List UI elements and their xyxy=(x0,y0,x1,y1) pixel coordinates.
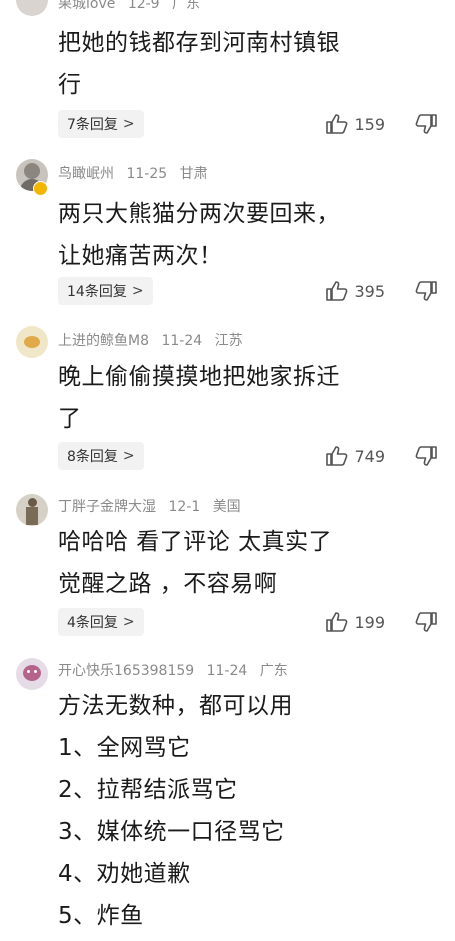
thumbs-up-icon xyxy=(326,281,348,301)
like-button[interactable]: 199 xyxy=(326,612,385,632)
comment-meta: 丁胖子金牌大湿 12-1 美国 xyxy=(58,496,249,516)
username[interactable]: 上进的鲸鱼M8 xyxy=(58,333,149,349)
comment-text: 方法无数种，都可以用 1、全网骂它 2、拉帮结派骂它 3、媒体统一口径骂它 4、… xyxy=(58,685,438,937)
comment-date: 11-25 xyxy=(126,166,168,182)
like-count: 749 xyxy=(354,446,385,466)
chevron-right-icon: > xyxy=(122,448,135,464)
thumbs-down-icon xyxy=(415,114,437,134)
replies-count: 14条回复 xyxy=(67,284,127,300)
comment-date: 12-1 xyxy=(168,499,201,515)
avatar[interactable] xyxy=(16,326,48,358)
comment-line: 1、全网骂它 xyxy=(58,735,191,761)
dislike-button[interactable] xyxy=(415,114,437,138)
like-count: 395 xyxy=(354,281,385,301)
view-replies-button[interactable]: 7条回复 > xyxy=(58,110,144,138)
thumbs-down-icon xyxy=(415,612,437,632)
comment-line: 4、劝她道歉 xyxy=(58,861,191,887)
replies-count: 4条回复 xyxy=(67,615,118,631)
comment-line: 行 xyxy=(58,72,82,98)
comment-location: 美国 xyxy=(212,499,241,515)
like-count: 199 xyxy=(354,612,385,632)
verified-badge-icon xyxy=(33,181,48,196)
chevron-right-icon: > xyxy=(122,614,135,630)
thumbs-up-icon xyxy=(326,446,348,466)
like-count: 159 xyxy=(354,114,385,134)
comment-location: 江苏 xyxy=(214,333,243,349)
chevron-right-icon: > xyxy=(131,283,144,299)
avatar[interactable] xyxy=(16,494,48,526)
comment-date: 11-24 xyxy=(206,663,248,679)
comment-location: 甘肃 xyxy=(179,166,208,182)
comment-meta: 鸟瞰岷州 11-25 甘肃 xyxy=(58,163,216,183)
comment-line: 了 xyxy=(58,406,82,432)
view-replies-button[interactable]: 14条回复 > xyxy=(58,277,153,305)
comment-line: 3、媒体统一口径骂它 xyxy=(58,819,285,845)
thumbs-down-icon xyxy=(415,281,437,301)
username[interactable]: 开心快乐165398159 xyxy=(58,663,194,679)
chevron-right-icon: > xyxy=(122,116,135,132)
username[interactable]: 鸟瞰岷州 xyxy=(58,166,114,182)
comment-meta: 果城love 12-9 广东 xyxy=(58,0,208,13)
comment-line: 觉醒之路 ，不容易啊 xyxy=(58,571,278,597)
comment-line: 晚上偷偷摸摸地把她家拆迁 xyxy=(58,364,340,390)
view-replies-button[interactable]: 4条回复 > xyxy=(58,608,144,636)
comment-line: 哈哈哈 看了评论 太真实了 xyxy=(58,529,333,555)
avatar[interactable] xyxy=(16,658,48,690)
comment-line: 2、拉帮结派骂它 xyxy=(58,777,238,803)
username[interactable]: 丁胖子金牌大湿 xyxy=(58,499,156,515)
comment-line: 5、炸鱼 xyxy=(58,903,144,929)
dislike-button[interactable] xyxy=(415,612,437,636)
avatar[interactable] xyxy=(16,0,48,16)
replies-count: 8条回复 xyxy=(67,449,118,465)
comment-line: 方法无数种，都可以用 xyxy=(58,693,293,719)
like-button[interactable]: 159 xyxy=(326,114,385,134)
thumbs-down-icon xyxy=(415,446,437,466)
thumbs-up-icon xyxy=(326,612,348,632)
comment-text: 哈哈哈 看了评论 太真实了 觉醒之路 ，不容易啊 xyxy=(58,521,438,605)
comment-location: 广东 xyxy=(259,663,288,679)
comment-meta: 上进的鲸鱼M8 11-24 江苏 xyxy=(58,330,251,350)
dislike-button[interactable] xyxy=(415,281,437,305)
username[interactable]: 果城love xyxy=(58,0,115,12)
comment-text: 两只大熊猫分两次要回来， 让她痛苦两次！ xyxy=(58,193,438,277)
comment-line: 两只大熊猫分两次要回来， xyxy=(58,201,340,227)
comment-line: 把她的钱都存到河南村镇银 xyxy=(58,30,340,56)
comment-text: 晚上偷偷摸摸地把她家拆迁 了 xyxy=(58,356,438,440)
like-button[interactable]: 395 xyxy=(326,281,385,301)
comment-date: 11-24 xyxy=(161,333,203,349)
comment-meta: 开心快乐165398159 11-24 广东 xyxy=(58,660,296,680)
thumbs-up-icon xyxy=(326,114,348,134)
like-button[interactable]: 749 xyxy=(326,446,385,466)
comment-date: 12-9 xyxy=(127,0,160,12)
dislike-button[interactable] xyxy=(415,446,437,470)
view-replies-button[interactable]: 8条回复 > xyxy=(58,442,144,470)
comment-line: 让她痛苦两次！ xyxy=(58,243,223,269)
comment-location: 广东 xyxy=(172,0,201,12)
comment-text: 把她的钱都存到河南村镇银 行 xyxy=(58,22,438,106)
replies-count: 7条回复 xyxy=(67,117,118,133)
